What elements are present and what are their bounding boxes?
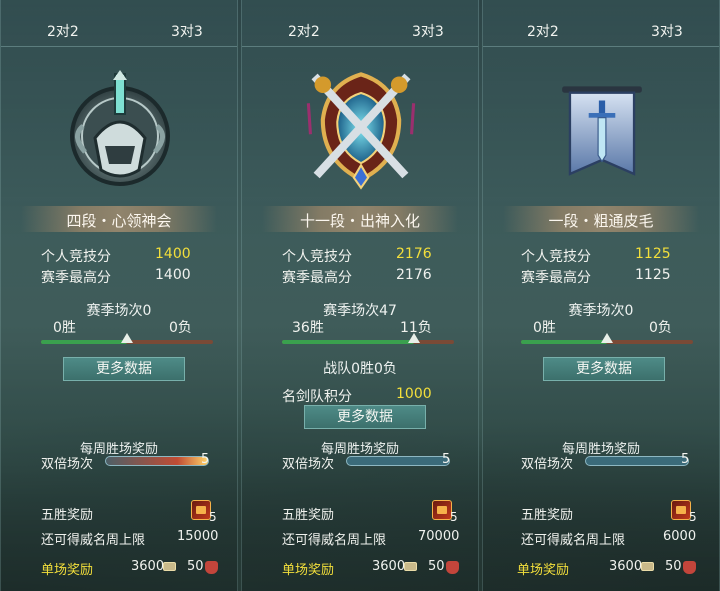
double-matches-bar [585,456,689,466]
tab-3v3[interactable]: 3对3 [171,21,203,41]
double-matches-bar [105,456,209,466]
win-fill [41,340,127,344]
mode-tabs: 2对2 3对3 [483,0,719,47]
rank-emblem-banner-sword-icon [562,86,642,176]
tab-2v2[interactable]: 2对2 [288,21,320,41]
treasure-chest-icon[interactable] [432,500,452,520]
tab-3v3[interactable]: 3对3 [651,21,683,41]
win-loss-bar [521,333,693,344]
single-reward-coin-value: 3600 [372,559,406,574]
fame-cap-value: 15000 [177,529,219,544]
tab-3v3[interactable]: 3对3 [412,21,444,41]
wins-count: 0胜 [53,320,76,336]
season-matches: 赛季场次0 [86,303,152,319]
season-high-label: 赛季最高分 [521,270,591,286]
season-high-label: 赛季最高分 [282,270,352,286]
single-reward-label: 单场奖励 [517,563,570,578]
season-high-label: 赛季最高分 [41,270,111,286]
wins-count: 0胜 [533,320,556,336]
single-reward-seal-value: 50 [665,559,682,574]
fame-cap-label: 还可得威名周上限 [521,533,626,548]
tab-2v2[interactable]: 2对2 [47,21,79,41]
treasure-chest-icon[interactable] [191,500,211,520]
single-reward-seal-value: 50 [187,559,204,574]
single-reward-coin-value: 3600 [609,559,643,574]
double-matches-count: 5 [681,452,690,467]
win-fill [521,340,607,344]
double-matches-fill [106,457,208,465]
fame-cap-label: 还可得威名周上限 [282,533,387,548]
rank-emblem-silver-helm-icon [70,70,170,186]
team-score-label: 名剑队积分 [282,389,352,405]
personal-score-value: 1125 [635,246,671,262]
season-high-value: 2176 [396,267,432,283]
personal-score-label: 个人竞技分 [521,249,591,265]
personal-score-label: 个人竞技分 [41,249,111,265]
double-matches-label: 双倍场次 [282,457,335,472]
single-reward-label: 单场奖励 [41,563,94,578]
team-record: 战队0胜0负 [323,361,397,377]
win-ratio-marker-icon [601,333,613,343]
double-matches-label: 双倍场次 [521,457,574,472]
five-win-reward-count: 5 [450,510,458,524]
single-reward-coin-value: 3600 [131,559,165,574]
double-matches-label: 双倍场次 [41,457,94,472]
five-win-reward-label: 五胜奖励 [282,508,335,523]
mode-tabs: 2对2 3对3 [1,0,237,47]
rank-title: 十一段・出神入化 [299,212,420,230]
season-high-value: 1125 [635,267,671,283]
five-win-reward-label: 五胜奖励 [521,508,574,523]
double-matches-count: 5 [442,452,451,467]
losses-count: 0负 [649,320,672,336]
arena-panel-3v3-alt: 2对2 3对3 一段・粗通皮毛 个人竞技分 1125 赛季最高分 1125 赛季… [482,0,720,591]
mode-tabs: 2对2 3对3 [242,0,478,47]
more-data-button[interactable]: 更多数据 [63,357,185,381]
personal-score-label: 个人竞技分 [282,249,352,265]
five-win-reward-label: 五胜奖励 [41,508,94,523]
coin-icon [404,562,417,571]
arena-panel-3v3: 2对2 3对3 十一段・出神入化 个人竞技分 2176 赛季最高分 2176 赛… [241,0,479,591]
prestige-seal-icon [205,561,218,574]
fame-cap-value: 70000 [418,529,460,544]
five-win-reward-count: 5 [689,510,697,524]
season-matches: 赛季场次0 [568,303,634,319]
fame-cap-label: 还可得威名周上限 [41,533,146,548]
fame-cap-value: 6000 [663,529,697,544]
rank-title: 四段・心领神会 [66,212,172,230]
tab-2v2[interactable]: 2对2 [527,21,559,41]
wins-count: 36胜 [292,320,324,336]
double-matches-bar [346,456,450,466]
win-loss-bar [282,333,454,344]
single-reward-seal-value: 50 [428,559,445,574]
double-matches-count: 5 [201,452,210,467]
team-score-value: 1000 [396,386,432,402]
losses-count: 0负 [169,320,192,336]
season-matches: 赛季场次47 [323,303,397,319]
season-high-value: 1400 [155,267,191,283]
rank-emblem-crossed-blades-icon [306,72,416,190]
win-ratio-marker-icon [121,333,133,343]
more-data-button[interactable]: 更多数据 [304,405,426,429]
single-reward-label: 单场奖励 [282,563,335,578]
arena-panel-2v2: 2对2 3对3 四段・心领神会 个人竞技分 1400 赛季最高分 1400 赛季… [0,0,238,591]
personal-score-value: 1400 [155,246,191,262]
coin-icon [641,562,654,571]
personal-score-value: 2176 [396,246,432,262]
win-fill [282,340,414,344]
rank-title: 一段・粗通皮毛 [548,212,654,230]
treasure-chest-icon[interactable] [671,500,691,520]
coin-icon [163,562,176,571]
prestige-seal-icon [683,561,696,574]
prestige-seal-icon [446,561,459,574]
win-loss-bar [41,333,213,344]
win-ratio-marker-icon [407,333,420,343]
five-win-reward-count: 5 [209,510,217,524]
more-data-button[interactable]: 更多数据 [543,357,665,381]
